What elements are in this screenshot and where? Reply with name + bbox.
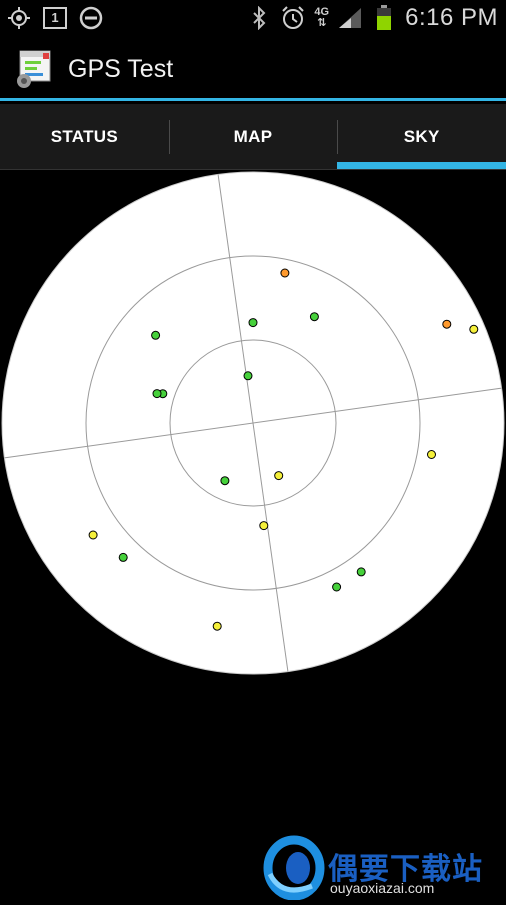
battery-icon: [371, 4, 397, 31]
satellite-dot: [151, 330, 161, 340]
satellite-dot: [118, 552, 128, 562]
satellite-dot: [212, 621, 222, 631]
data-arrows-icon: ⇅: [317, 16, 327, 29]
tab-sky[interactable]: SKY: [337, 104, 506, 169]
satellite-dot: [248, 318, 258, 328]
status-bar-left: 1: [6, 4, 104, 31]
watermark-logo-icon: [263, 835, 325, 901]
watermark: 偶要下载站 ouyaoxiazai.com: [262, 834, 506, 901]
tab-status-label: STATUS: [50, 126, 118, 146]
notification-count: 1: [51, 10, 59, 25]
gps-icon: [6, 5, 32, 31]
satellite-dot: [280, 268, 290, 278]
bluetooth-icon: [246, 5, 272, 31]
satellite-dot: [88, 530, 98, 540]
satellite-dot: [442, 319, 452, 329]
tab-map[interactable]: MAP: [168, 104, 338, 169]
satellite-dot: [309, 312, 319, 322]
satellite-dot: [152, 389, 162, 399]
sky-plot: [1, 171, 505, 675]
status-bar-right: 4G ⇅ 6:16 PM: [246, 4, 498, 31]
notification-count-icon: 1: [42, 5, 68, 31]
clock: 6:16 PM: [405, 3, 498, 31]
satellite-dot: [427, 450, 436, 459]
status-bar: 1 4G ⇅ 6:16 PM: [0, 0, 506, 35]
tab-bar: STATUS MAP SKY: [0, 104, 506, 170]
action-bar: GPS Test: [0, 35, 506, 101]
tab-status[interactable]: STATUS: [0, 104, 169, 169]
network-type: 4G ⇅: [314, 5, 330, 29]
app-icon[interactable]: [16, 49, 56, 89]
satellite-dot: [356, 567, 366, 577]
tab-map-label: MAP: [233, 126, 273, 146]
satellite-dot: [469, 324, 479, 334]
satellite-dot: [243, 371, 253, 381]
signal-icon: [337, 5, 363, 31]
sky-view: [0, 170, 506, 680]
satellite-dot: [274, 471, 284, 481]
satellite-dot: [332, 582, 342, 592]
tab-sky-label: SKY: [403, 126, 440, 146]
satellite-dot: [220, 476, 230, 486]
app-title: GPS Test: [68, 55, 174, 83]
network-type-label: 4G: [314, 5, 330, 18]
do-not-disturb-icon: [78, 5, 104, 31]
satellite-dot: [259, 521, 269, 531]
alarm-icon: [280, 5, 306, 31]
watermark-url: ouyaoxiazai.com: [330, 880, 435, 896]
